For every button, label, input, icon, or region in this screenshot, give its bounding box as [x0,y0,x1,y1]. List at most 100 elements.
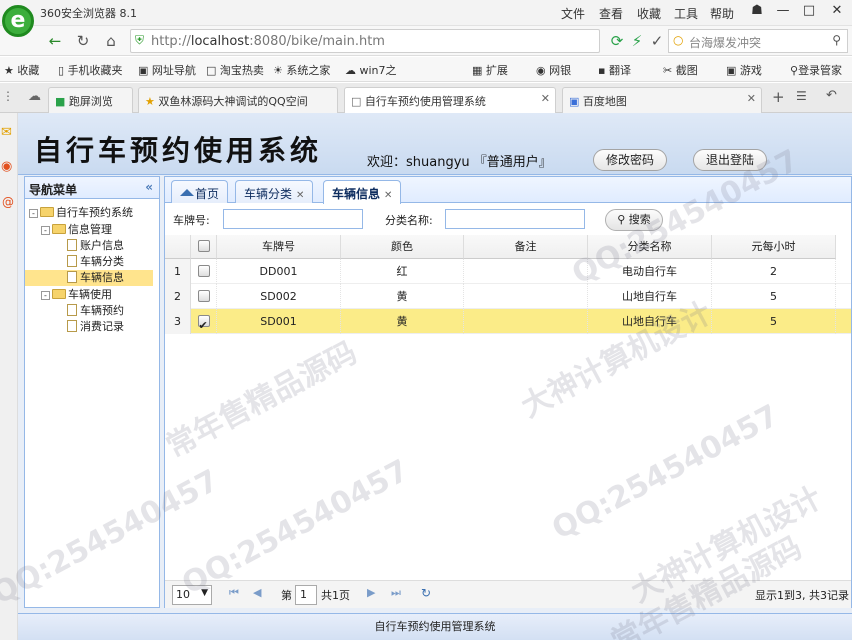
bookmark-win7[interactable]: ☁ win7之 [345,62,397,78]
bookmark-games[interactable]: ▣ 游戏 [726,62,762,78]
first-page-icon[interactable]: ⏮ [229,586,239,600]
tree-item-consumption[interactable]: 消费记录 [67,319,124,335]
tree-item-account[interactable]: 账户信息 [67,238,124,254]
browser-tab-2[interactable]: ★ 双鱼林源码大神调试的QQ空间 [138,87,338,113]
mail-icon[interactable]: ✉ [1,125,12,140]
close-tab-icon[interactable]: ✕ [384,190,392,201]
bookmark-login[interactable]: ⚲登录管家 [790,62,842,78]
browser-tab-3[interactable]: □ 自行车预约使用管理系统 ✕ [344,87,556,114]
tab-vehicle[interactable]: 车辆信息 ✕ [323,180,402,204]
row-checkbox-cell[interactable] [191,284,217,309]
browser-search-input[interactable]: ○ 台海爆发冲突 ⚲ [668,29,848,53]
next-page-icon[interactable]: ▶ [367,586,375,599]
search-icon: ⚲ [617,213,626,226]
plate-input[interactable] [223,209,363,229]
maximize-button[interactable]: □ [798,3,820,21]
file-icon [67,320,77,332]
close-tab-icon[interactable]: ✕ [747,92,756,105]
file-icon [67,239,77,251]
search-icon[interactable]: ⚲ [832,33,841,47]
tree-item-category[interactable]: 车辆分类 [67,254,124,270]
browser-tab-4[interactable]: ▣ 百度地图 ✕ [562,87,762,113]
minimize-button[interactable]: — [772,3,794,21]
tree-root[interactable]: - 自行车预约系统 [29,205,133,221]
header-plate[interactable]: 车牌号 [217,235,341,259]
speed-icon[interactable]: ⟳ [606,30,628,52]
row-number: 2 [165,284,191,309]
url-bar[interactable]: ⛨ http://localhost:8080/bike/main.htm [130,29,600,53]
back-icon[interactable]: ← [44,30,66,52]
bookmark-extend[interactable]: ▦ 扩展 [472,62,508,78]
close-tab-icon[interactable]: ✕ [541,92,550,105]
category-input[interactable] [445,209,585,229]
tab-menu-icon[interactable]: ⋮ [2,89,14,103]
bookmark-bank[interactable]: ◉ 网银 [536,62,571,78]
tab-category[interactable]: 车辆分类 ✕ [235,180,314,203]
refresh-icon[interactable]: ↻ [421,586,431,600]
collapse-node-icon[interactable]: - [29,209,38,218]
refresh-icon[interactable]: ↻ [72,30,94,52]
page-size-select[interactable]: 10 ▼ [172,585,212,605]
menu-file[interactable]: 文件 [561,5,585,22]
collapse-node-icon[interactable]: - [41,226,50,235]
select-all-checkbox[interactable] [197,240,210,252]
menu-help[interactable]: 帮助 [710,5,734,22]
browser-titlebar: 360安全浏览器 8.1 文件 查看 收藏 工具 帮助 ☗ — □ ✕ [0,0,852,26]
chevron-down-icon[interactable]: ✓ [646,30,668,52]
browser-tab-1[interactable]: ■ 跑屏浏览 [48,87,133,113]
bookmark-translate[interactable]: ▪ 翻译 [598,62,631,78]
row-checkbox[interactable] [197,265,210,277]
skin-icon[interactable]: ☗ [746,3,768,21]
menu-favorites[interactable]: 收藏 [637,5,661,22]
page-number-input[interactable]: 1 [295,585,317,605]
tree-item-reservation[interactable]: 车辆预约 [67,303,124,319]
bookmark-mobile[interactable]: ▯ 手机收藏夹 [58,62,123,78]
row-checkbox-checked[interactable] [197,313,210,338]
table-row[interactable]: 1 DD001 红 电动自行车 2 [165,259,851,284]
bolt-icon[interactable]: ⚡ [626,30,648,52]
tree-item-vehicle[interactable]: 车辆信息 [25,270,153,286]
search-button[interactable]: ⚲ 搜索 [605,209,663,231]
bookmark-favorites[interactable]: ★ 收藏 [4,62,39,78]
tree-group-info[interactable]: - 信息管理 [41,222,112,238]
menu-tools[interactable]: 工具 [674,5,698,22]
tab-home[interactable]: 首页 [171,180,229,203]
cloud-icon[interactable]: ☁ [28,89,41,104]
data-grid: 车牌号 颜色 备注 分类名称 元每小时 1 DD001 红 电动自行车 2 2 … [165,235,851,580]
app-title: 自行车预约使用系统 [34,134,323,167]
collapse-icon[interactable]: « [145,180,153,194]
header-price[interactable]: 元每小时 [712,235,836,259]
close-window-button[interactable]: ✕ [826,3,848,21]
close-tab-icon[interactable]: ✕ [296,190,304,201]
menu-view[interactable]: 查看 [599,5,623,22]
bookmark-taobao[interactable]: □ 淘宝热卖 [206,62,264,78]
home-icon[interactable]: ⌂ [100,30,122,52]
row-checkbox-cell[interactable] [191,309,217,338]
logout-button[interactable]: 退出登陆 [693,149,767,171]
row-checkbox-cell[interactable] [191,259,217,284]
bookmark-xitong[interactable]: ☀ 系统之家 [273,62,330,78]
collapse-node-icon[interactable]: - [41,291,50,300]
row-number: 1 [165,259,191,284]
last-page-icon[interactable]: ⏭ [391,586,401,600]
bookmark-nav[interactable]: ▣ 网址导航 [138,62,196,78]
prev-page-icon[interactable]: ◀ [253,586,261,599]
tab-list-icon[interactable]: ☰ [796,89,807,103]
weibo-icon[interactable]: ◉ [1,159,12,174]
change-password-button[interactable]: 修改密码 [593,149,667,171]
table-row[interactable]: 2 SD002 黄 山地自行车 5 [165,284,851,309]
row-checkbox[interactable] [197,290,210,302]
at-icon[interactable]: @ [2,195,14,209]
undo-icon[interactable]: ↶ [826,88,837,103]
header-checkbox[interactable] [191,235,217,259]
header-category[interactable]: 分类名称 [588,235,712,259]
tree-group-usage[interactable]: - 车辆使用 [41,287,112,303]
header-note[interactable]: 备注 [464,235,588,259]
nav-panel: 导航菜单 « - 自行车预约系统 - 信息管理 账户信息 车辆分类 车辆信息 - 车辆… [24,176,160,608]
new-tab-icon[interactable]: + [772,88,785,106]
folder-icon [40,207,54,217]
bookmark-screenshot[interactable]: ✂ 截图 [663,62,698,78]
header-color[interactable]: 颜色 [341,235,464,259]
table-row-selected[interactable]: 3 SD001 黄 山地自行车 5 [165,309,851,338]
nav-header: 导航菜单 « [25,177,159,199]
